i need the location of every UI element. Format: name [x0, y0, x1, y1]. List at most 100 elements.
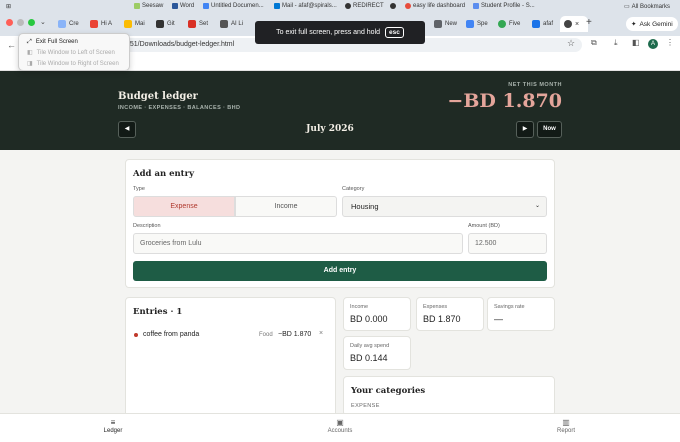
- categories-section-label: EXPENSE: [351, 403, 380, 409]
- net-value: −BD 1.870: [447, 90, 562, 112]
- bookmark-word[interactable]: Word: [172, 3, 194, 9]
- tab-favicon-icon: [498, 20, 506, 28]
- redirect-icon: [345, 3, 351, 9]
- nav-ledger[interactable]: ≡ Ledger: [83, 418, 143, 434]
- fullscreen-icon: ⤢: [27, 39, 32, 45]
- daily-avg-stat: Daily avg spend BD 0.144: [343, 336, 411, 370]
- avatar[interactable]: A: [648, 39, 658, 49]
- expense-toggle[interactable]: Expense: [133, 196, 235, 217]
- back-icon[interactable]: ←: [7, 40, 16, 50]
- expense-dot-icon: [134, 333, 138, 337]
- outlook-icon: [274, 3, 280, 9]
- fullscreen-window-button[interactable]: [28, 19, 35, 26]
- tab-favicon-icon: [124, 20, 132, 28]
- bookmark-globe[interactable]: [390, 3, 398, 9]
- add-entry-button[interactable]: Add entry: [133, 261, 547, 281]
- savings-stat-label: Savings rate: [494, 304, 525, 310]
- gmail-icon: [90, 20, 98, 28]
- close-tab-icon[interactable]: ×: [575, 21, 579, 28]
- prev-month-button[interactable]: ◀: [118, 121, 136, 138]
- income-toggle[interactable]: Income: [235, 196, 337, 217]
- entry-row: coffee from panda Food −BD 1.870 ×: [133, 330, 328, 340]
- nav-accounts[interactable]: ▣ Accounts: [310, 418, 370, 434]
- description-input[interactable]: Groceries from Lulu: [133, 233, 463, 254]
- report-icon: ▥: [562, 418, 570, 427]
- tab-favicon-icon: [188, 20, 196, 28]
- docs-icon: [203, 3, 209, 9]
- bookmark-seesaw[interactable]: Seesaw: [134, 3, 163, 9]
- dashboard-icon: [405, 3, 411, 9]
- browser-tab-8[interactable]: Spe: [462, 16, 492, 32]
- tab-favicon-icon: [58, 20, 66, 28]
- now-button[interactable]: Now: [537, 121, 562, 138]
- download-icon[interactable]: ⤓: [614, 38, 618, 48]
- more-menu-icon[interactable]: ⋮: [666, 38, 674, 47]
- income-stat: Income BD 0.000: [343, 297, 411, 331]
- browser-tab-3[interactable]: Mai: [120, 16, 150, 32]
- browser-tab-6[interactable]: AI Li: [216, 16, 246, 32]
- browser-tab-2[interactable]: Hi A: [86, 16, 118, 32]
- delete-entry-icon[interactable]: ×: [319, 330, 323, 337]
- savings-stat: Savings rate —: [487, 297, 555, 331]
- add-entry-title: Add an entry: [133, 169, 195, 179]
- net-label: NET THIS MONTH: [508, 82, 562, 88]
- categories-title: Your categories: [351, 386, 426, 396]
- ask-gemini-button[interactable]: ✦ Ask Gemini: [626, 17, 678, 31]
- month-label: July 2026: [306, 124, 354, 134]
- menu-tile-left: ◧ Tile Window to Left of Screen: [19, 48, 129, 59]
- tab-favicon-icon: [532, 20, 540, 28]
- category-label: Category: [342, 186, 365, 192]
- amount-label: Amount (BD): [468, 223, 500, 229]
- browser-tab-7[interactable]: New: [430, 16, 460, 32]
- tab-favicon-icon: [156, 20, 164, 28]
- description-label: Description: [133, 223, 161, 229]
- income-stat-value: BD 0.000: [350, 314, 388, 324]
- tab-search-chevron-icon[interactable]: ⌄: [40, 18, 46, 26]
- entries-title: Entries · 1: [133, 307, 183, 317]
- menu-exit-full-screen[interactable]: ⤢ Exit Full Screen: [19, 37, 129, 48]
- close-window-button[interactable]: [6, 19, 13, 26]
- all-bookmarks-folder[interactable]: ▭ All Bookmarks: [624, 3, 670, 11]
- categories-card: [343, 376, 555, 416]
- entry-description: coffee from panda: [143, 331, 200, 338]
- fullscreen-banner: To exit full screen, press and hold esc: [255, 21, 425, 44]
- accounts-icon: ▣: [336, 418, 344, 427]
- bookmark-untitled-doc[interactable]: Untitled Documen...: [203, 3, 264, 9]
- browser-tab-10[interactable]: afaf: [528, 16, 558, 32]
- bookmark-star-icon[interactable]: ☆: [567, 38, 575, 49]
- browser-tab-5[interactable]: Set: [184, 16, 214, 32]
- browser-tab-1[interactable]: Cre: [54, 16, 84, 32]
- entry-category: Food: [259, 331, 273, 338]
- expenses-stat-value: BD 1.870: [423, 314, 461, 324]
- tile-right-icon: ◨: [27, 61, 33, 67]
- bookmark-redirect[interactable]: REDIRECT: [345, 3, 384, 9]
- type-label: Type: [133, 186, 145, 192]
- profile-switch-icon[interactable]: ◧: [632, 38, 640, 47]
- window-menu: ⤢ Exit Full Screen ◧ Tile Window to Left o…: [18, 33, 130, 71]
- daily-avg-stat-value: BD 0.144: [350, 353, 388, 363]
- expenses-stat: Expenses BD 1.870: [416, 297, 484, 331]
- gemini-icon: ✦: [631, 21, 637, 28]
- bookmark-student-profile[interactable]: Student Profile - S...: [473, 3, 535, 9]
- page-subtitle: INCOME · EXPENSES · BALANCES · BHD: [118, 105, 241, 111]
- amount-input[interactable]: 12.500: [468, 233, 547, 254]
- entry-amount: −BD 1.870: [278, 331, 312, 338]
- browser-tab-9[interactable]: Five: [494, 16, 526, 32]
- browser-tab-4[interactable]: Git: [152, 16, 182, 32]
- tab-favicon-icon: [466, 20, 474, 28]
- minimize-window-button[interactable]: [17, 19, 24, 26]
- bookmark-easy-life[interactable]: easy life dashboard: [405, 3, 465, 9]
- new-tab-icon[interactable]: +: [586, 17, 592, 28]
- bookmark-mail[interactable]: Mail - afaf@spirals...: [274, 3, 337, 9]
- extensions-icon[interactable]: ⧉: [591, 38, 597, 48]
- nav-report[interactable]: ▥ Report: [536, 418, 596, 434]
- tile-left-icon: ◧: [27, 50, 33, 56]
- app-header: Budget ledger INCOME · EXPENSES · BALANC…: [0, 71, 680, 150]
- savings-stat-value: —: [494, 314, 503, 324]
- apps-grid-icon[interactable]: ⊞: [6, 3, 11, 10]
- bottom-nav: ≡ Ledger ▣ Accounts ▥ Report: [0, 413, 680, 442]
- daily-avg-stat-label: Daily avg spend: [350, 343, 390, 349]
- category-select[interactable]: Housing ⌄: [342, 196, 547, 217]
- browser-tab-active[interactable]: ×: [560, 16, 588, 32]
- next-month-button[interactable]: ▶: [516, 121, 534, 138]
